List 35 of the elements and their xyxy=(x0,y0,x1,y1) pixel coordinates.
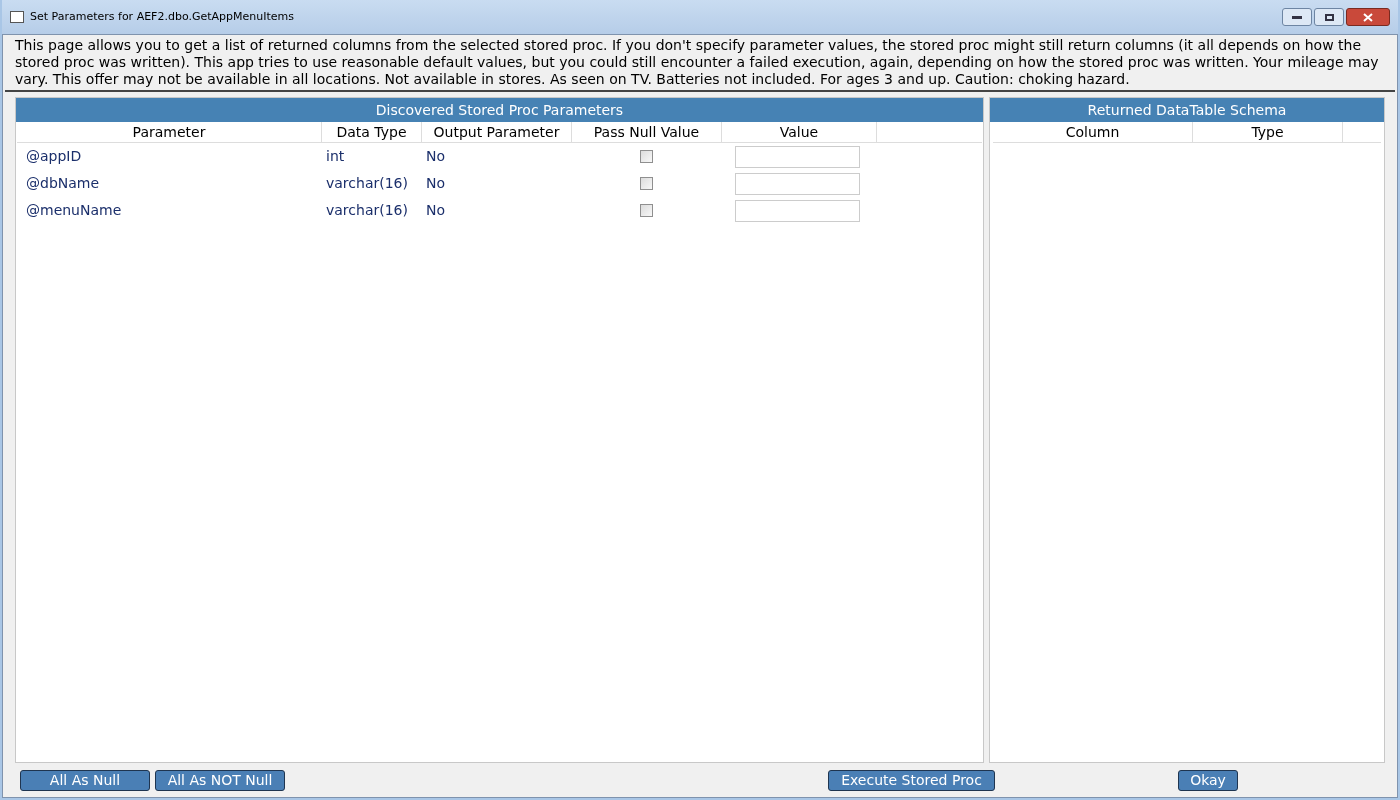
column-header[interactable]: Parameter xyxy=(17,122,322,142)
parameter-cell: @dbName xyxy=(26,175,100,191)
minimize-button[interactable] xyxy=(1282,8,1312,26)
column-header[interactable]: Column xyxy=(993,122,1193,142)
execute-button[interactable]: Execute Stored Proc xyxy=(828,769,995,791)
pass-null-checkbox[interactable] xyxy=(639,150,653,163)
column-header[interactable]: Data Type xyxy=(322,122,422,142)
output-cell: No xyxy=(426,202,446,218)
output-cell: No xyxy=(426,148,446,164)
value-input[interactable] xyxy=(735,145,860,168)
panel-title: Discovered Stored Proc Parameters xyxy=(16,98,983,122)
column-header[interactable]: Pass Null Value xyxy=(572,122,722,142)
parameter-cell: @appID xyxy=(26,148,82,164)
maximize-button[interactable] xyxy=(1314,8,1344,26)
output-cell: No xyxy=(426,175,446,191)
data-type-cell: varchar(16) xyxy=(326,175,408,191)
data-type-cell: int xyxy=(326,148,345,164)
close-button[interactable] xyxy=(1346,8,1390,26)
parameter-cell: @menuName xyxy=(26,202,122,218)
window-title: Set Parameters for AEF2.dbo.GetAppMenuItems xyxy=(30,8,294,25)
okay-button[interactable]: Okay xyxy=(1178,769,1238,791)
pass-null-checkbox[interactable] xyxy=(639,177,653,190)
all-not-null-button[interactable]: All As NOT Null xyxy=(155,769,285,791)
value-input[interactable] xyxy=(735,172,860,195)
app-icon xyxy=(10,11,24,23)
pass-null-checkbox[interactable] xyxy=(639,204,653,217)
value-input[interactable] xyxy=(735,199,860,222)
all-null-button[interactable]: All As Null xyxy=(20,769,150,791)
column-header[interactable]: Value xyxy=(722,122,877,142)
column-header[interactable]: Output Parameter xyxy=(422,122,572,142)
data-type-cell: varchar(16) xyxy=(326,202,408,218)
column-header[interactable]: Type xyxy=(1193,122,1343,142)
close-icon xyxy=(1363,12,1373,22)
description-text: This page allows you to get a list of returned columns from the selected stored proc. If you don't specify parameter values, the stored proc might still return columns (it all depends on how the stored proc was written). This app tries to use reasonable default values, but you could still encounter a failed execution, again, depending on how the stored proc was written. Your mileage may vary. This offer may not be available in all locations. Not available in stores. As seen on TV. Batteries not included. For ages 3 and up. Caution: choking hazard. xyxy=(5,35,1395,92)
panel-title: Returned DataTable Schema xyxy=(990,98,1384,122)
